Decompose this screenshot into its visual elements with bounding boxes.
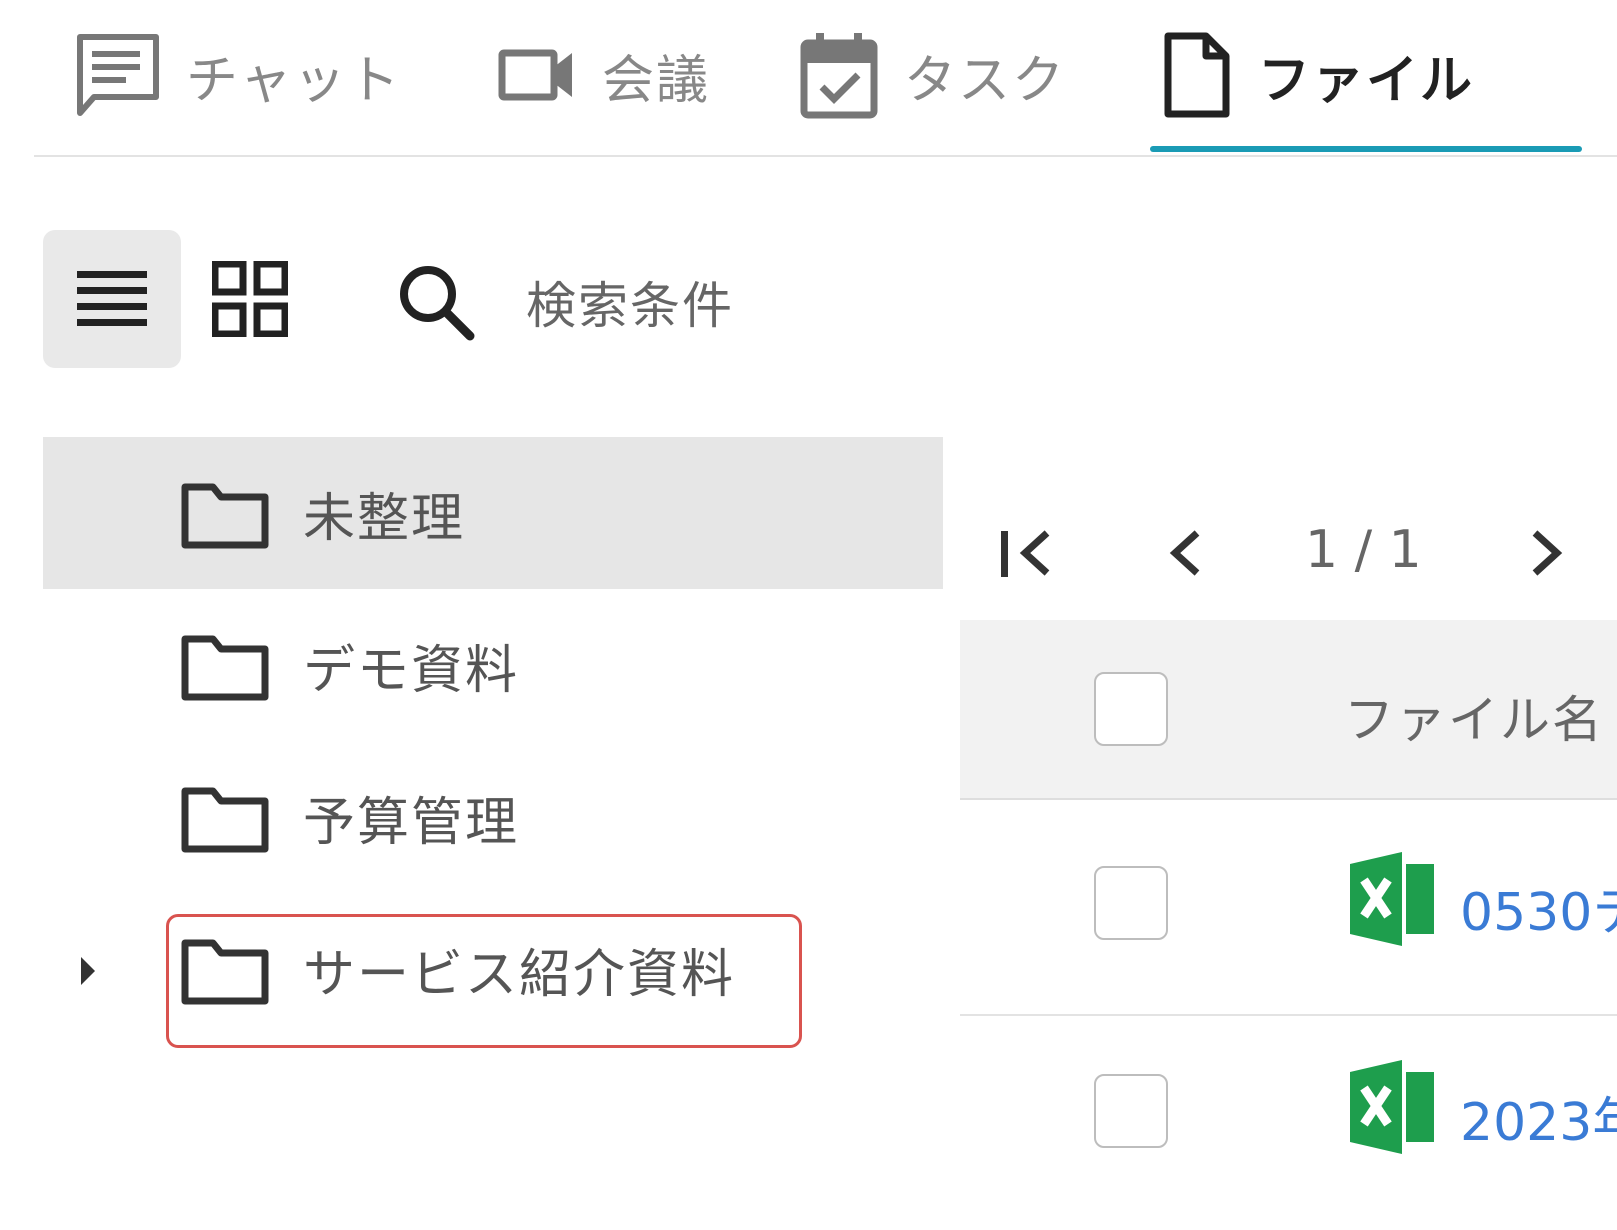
select-all-checkbox[interactable]	[1094, 672, 1168, 746]
tab-task[interactable]: タスク	[800, 20, 1066, 130]
excel-icon	[1350, 852, 1434, 946]
list-view-button[interactable]	[43, 230, 181, 368]
table-header: ファイル名	[960, 620, 1617, 800]
folder-item-demo[interactable]: デモ資料	[43, 589, 943, 741]
row-checkbox[interactable]	[1094, 866, 1168, 940]
tab-files[interactable]: ファイル	[1162, 20, 1474, 130]
next-page-button[interactable]	[1512, 518, 1582, 588]
tab-chat[interactable]: チャット	[76, 20, 401, 130]
previous-page-button[interactable]	[1150, 518, 1220, 588]
first-page-button[interactable]	[992, 518, 1062, 588]
highlight-box	[166, 914, 802, 1048]
folder-icon	[181, 483, 269, 549]
tab-meeting[interactable]: 会議	[498, 20, 710, 130]
excel-icon	[1350, 1060, 1434, 1154]
page-indicator: 1 / 1	[1305, 520, 1422, 580]
tab-bar: チャット 会議 タスク ファイル	[0, 0, 1617, 157]
file-table: ファイル名 0530テ 2023年	[960, 620, 1617, 1184]
tab-chat-label: チャット	[186, 50, 402, 111]
folder-item-unsorted[interactable]: 未整理	[43, 437, 943, 589]
chat-icon	[77, 34, 159, 116]
grid-view-icon	[212, 261, 288, 337]
video-camera-icon	[498, 49, 572, 101]
folder-label: 未整理	[303, 488, 466, 549]
folder-label: デモ資料	[303, 640, 520, 701]
folder-icon	[181, 787, 269, 853]
table-row[interactable]: 2023年	[960, 1016, 1617, 1230]
tab-files-label: ファイル	[1258, 50, 1475, 111]
folder-label: 予算管理	[303, 792, 520, 853]
folder-item-budget[interactable]: 予算管理	[43, 741, 943, 893]
expand-caret-icon[interactable]	[81, 957, 95, 985]
file-name-link[interactable]: 0530テ	[1460, 870, 1617, 945]
tab-task-label: タスク	[904, 50, 1067, 111]
row-checkbox[interactable]	[1094, 1074, 1168, 1148]
column-header-filename[interactable]: ファイル名	[1344, 680, 1604, 752]
search-icon	[400, 266, 475, 341]
file-icon	[1164, 32, 1230, 118]
list-view-icon	[77, 271, 147, 326]
tabbar-divider	[34, 155, 1617, 157]
calendar-check-icon	[800, 33, 878, 119]
chevron-right-icon	[1532, 530, 1563, 576]
file-name-link[interactable]: 2023年	[1460, 1080, 1617, 1155]
active-tab-indicator	[1150, 146, 1582, 152]
chevron-left-icon	[1169, 530, 1200, 576]
grid-view-button[interactable]	[181, 230, 319, 368]
search-conditions-button[interactable]: 検索条件	[396, 256, 734, 348]
first-page-icon	[1001, 530, 1050, 577]
folder-icon	[181, 635, 269, 701]
table-row[interactable]: 0530テ	[960, 800, 1617, 1016]
search-conditions-label: 検索条件	[526, 277, 734, 335]
tab-meeting-label: 会議	[602, 50, 711, 111]
